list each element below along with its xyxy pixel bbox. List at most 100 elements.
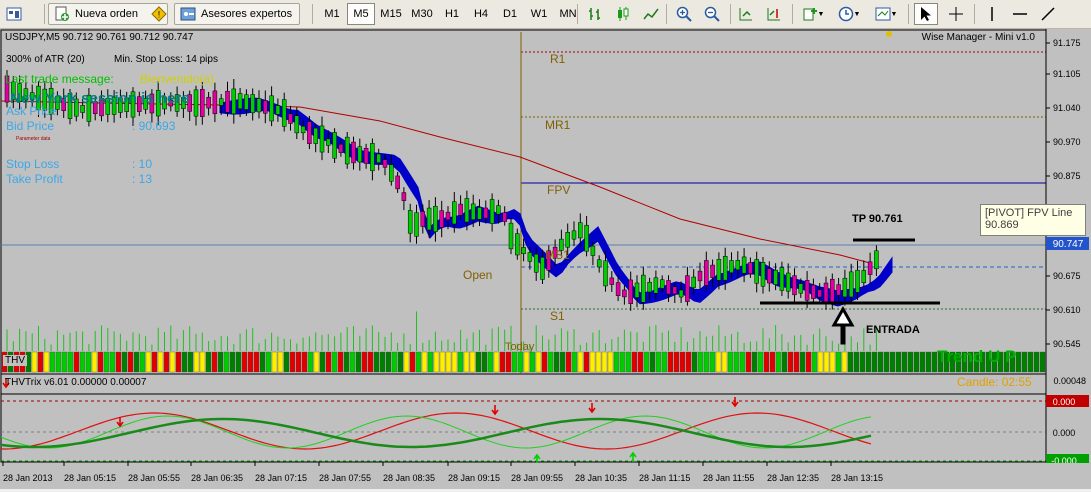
bear-candle <box>307 121 312 144</box>
thv-cell <box>247 351 254 373</box>
bull-candle <box>433 206 438 232</box>
thv-cell <box>919 351 926 373</box>
timeframe-w1-button[interactable]: W1 <box>525 3 553 25</box>
time-axis-label: 28 Jan 2013 <box>3 473 53 483</box>
window-list-icon <box>6 7 22 21</box>
periods-dropdown-icon: ▼ <box>853 10 861 18</box>
chart-shift-button[interactable] <box>763 3 785 25</box>
thv-cell <box>289 351 296 373</box>
expert-advisors-button[interactable]: Asesores expertos <box>174 3 300 25</box>
bull-candle <box>477 207 482 220</box>
bear-candle <box>704 260 709 286</box>
thv-cell <box>763 351 770 373</box>
time-axis-label: 28 Jan 11:55 <box>703 473 754 483</box>
chart-window[interactable]: 91.17591.10591.04090.97090.87590.81090.7… <box>0 29 1091 489</box>
bull-candle <box>313 127 318 144</box>
timeframe-mn-button[interactable]: MN <box>554 3 582 25</box>
bull-candle <box>426 207 432 231</box>
thv-cell <box>649 351 656 373</box>
thv-cell <box>187 351 194 373</box>
thv-cell <box>115 351 122 373</box>
time-axis-label: 28 Jan 08:35 <box>383 473 435 483</box>
thv-cell <box>217 351 224 373</box>
entrada-label: ENTRADA <box>866 324 920 336</box>
thv-cell <box>325 351 332 373</box>
timeframe-m15-button[interactable]: M15 <box>376 3 406 25</box>
timeframe-m1-button[interactable]: M1 <box>318 3 346 25</box>
timeframe-m30-button[interactable]: M30 <box>407 3 437 25</box>
thv-cell <box>349 351 356 373</box>
bull-candle <box>760 262 766 287</box>
new-order-label: Nueva orden <box>75 8 138 20</box>
thv-cell <box>619 351 626 373</box>
thv-cell <box>667 351 674 373</box>
pivot-ms1-label: MS1 <box>545 248 570 262</box>
time-axis-label: 28 Jan 13:15 <box>831 473 883 483</box>
alert-button[interactable]: ! <box>148 3 170 25</box>
warning-icon: ! <box>151 6 167 22</box>
bull-candle <box>729 260 734 274</box>
crosshair-button[interactable] <box>944 3 968 25</box>
bull-candle <box>533 253 539 273</box>
thv-cell <box>397 351 404 373</box>
thv-cell <box>703 351 710 373</box>
zoom-out-button[interactable] <box>700 3 724 25</box>
time-axis-label: 28 Jan 05:15 <box>64 473 116 483</box>
thv-cell <box>151 351 158 373</box>
open-window-button[interactable] <box>2 3 26 25</box>
thv-cell <box>745 351 752 373</box>
bear-candle <box>363 147 369 164</box>
thv-cell <box>487 351 494 373</box>
template-icon <box>875 7 891 21</box>
periods-button[interactable]: ▼ <box>834 3 864 25</box>
indicators-dropdown-icon: ▼ <box>817 10 825 18</box>
timeframe-m5-button[interactable]: M5 <box>347 3 375 25</box>
line-chart-button[interactable] <box>640 3 662 25</box>
time-axis-label: 28 Jan 07:55 <box>319 473 371 483</box>
timeframe-d1-button[interactable]: D1 <box>496 3 524 25</box>
thv-cell <box>799 351 806 373</box>
symbol-info: USDJPY,M5 90.712 90.761 90.712 90.747 <box>5 32 194 43</box>
bear-candle <box>445 211 451 221</box>
thv-cell <box>361 351 368 373</box>
auto-scroll-button[interactable] <box>735 3 757 25</box>
zoom-in-button[interactable] <box>672 3 696 25</box>
bull-candle <box>269 95 274 122</box>
time-axis-label: 28 Jan 12:35 <box>767 473 819 483</box>
thv-cell <box>433 351 440 373</box>
buy-arrow-icon <box>533 453 541 464</box>
templates-button[interactable]: ▼ <box>870 3 902 25</box>
thv-cell <box>205 351 212 373</box>
thv-cell <box>379 351 386 373</box>
price-axis-label: 90.610 <box>1053 305 1081 315</box>
bull-candle <box>237 93 243 109</box>
main-toolbar: Nueva orden ! Asesores expertos ▼ ▼ ▼ M1… <box>0 0 1091 29</box>
thv-cell <box>235 351 242 373</box>
thv-cell <box>775 351 782 373</box>
take-profit-label: Take Profit <box>6 172 63 186</box>
thv-cell <box>529 351 536 373</box>
thv-cell <box>91 351 98 373</box>
timeframe-h4-button[interactable]: H4 <box>467 3 495 25</box>
bear-candle <box>830 278 835 304</box>
thv-cell <box>415 351 422 373</box>
bear-candle <box>710 264 715 278</box>
bar-chart-button[interactable] <box>584 3 606 25</box>
bear-candle <box>811 284 816 299</box>
horizontal-line-button[interactable] <box>1008 3 1032 25</box>
bull-candle <box>527 252 533 262</box>
bull-candle <box>722 256 728 281</box>
trix-axis-red: 0.000 <box>1053 397 1076 407</box>
candlestick-button[interactable] <box>612 3 634 25</box>
indicators-button[interactable]: ▼ <box>798 3 828 25</box>
pivot-tooltip-title: [PIVOT] FPV Line <box>985 207 1073 219</box>
cursor-button[interactable] <box>914 3 938 25</box>
thv-cell <box>565 351 572 373</box>
timeframe-h1-button[interactable]: H1 <box>438 3 466 25</box>
trendline-button[interactable] <box>1036 3 1060 25</box>
bull-candle <box>521 247 526 255</box>
thv-cell <box>277 351 284 373</box>
last-trade-label: Last trade message: <box>5 72 114 86</box>
vertical-line-button[interactable] <box>980 3 1004 25</box>
pivot-r1-label: R1 <box>550 52 566 66</box>
